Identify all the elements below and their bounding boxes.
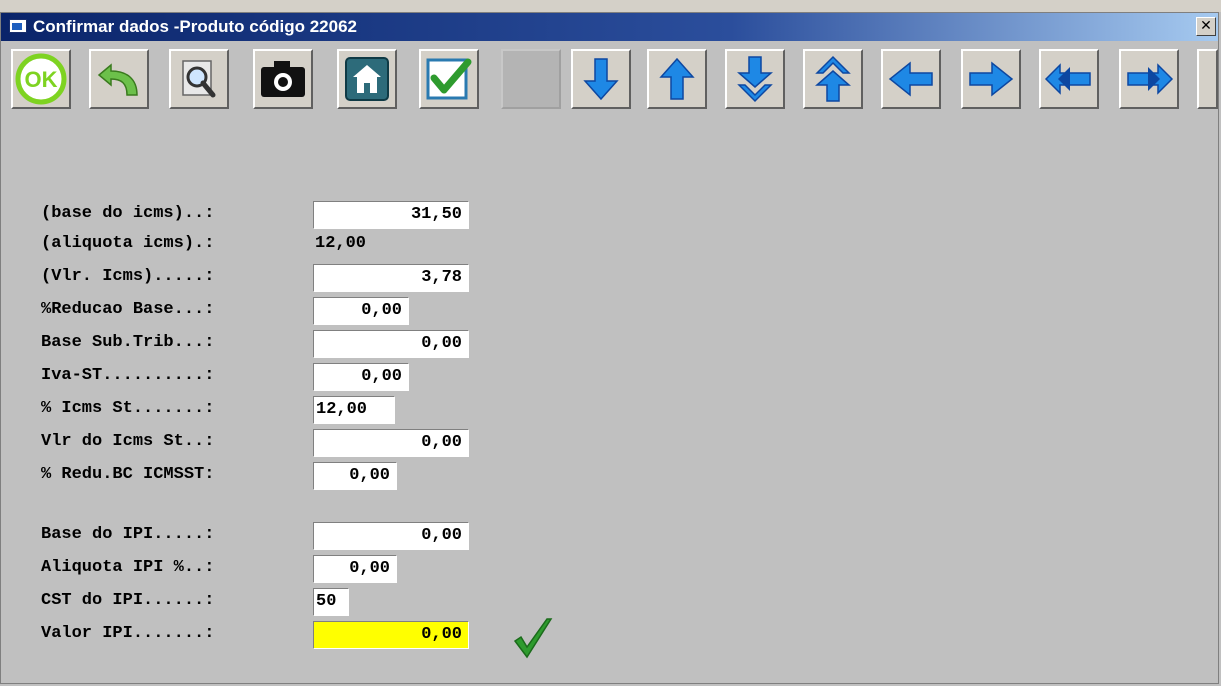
- valor-ipi-field[interactable]: 0,00: [313, 621, 469, 649]
- confirm-check-icon[interactable]: [511, 615, 555, 665]
- cst-ipi-label: CST do IPI......:: [41, 591, 215, 610]
- iva-st-field[interactable]: 0,00: [313, 363, 409, 391]
- undo-arrow-icon: [97, 63, 138, 96]
- arrow-left-button[interactable]: [881, 49, 941, 109]
- window-title: Confirmar dados -Produto código 22062: [33, 17, 357, 36]
- confirm-button[interactable]: [419, 49, 479, 109]
- home-button[interactable]: [337, 49, 397, 109]
- arrow-down-double-button[interactable]: [725, 49, 785, 109]
- camera-icon: [261, 61, 305, 97]
- iva-st-label: Iva-ST..........:: [41, 366, 215, 385]
- toolbar: OK: [1, 43, 1218, 117]
- icms-st-pct-field[interactable]: 12,00: [313, 396, 395, 424]
- arrow-left-double-icon: [1044, 63, 1091, 95]
- close-button[interactable]: ✕: [1196, 17, 1216, 36]
- base-sub-trib-field[interactable]: 0,00: [313, 330, 469, 358]
- base-sub-trib-label: Base Sub.Trib...:: [41, 333, 215, 352]
- cst-ipi-field[interactable]: 50: [313, 588, 349, 616]
- reducao-base-label: %Reducao Base...:: [41, 300, 215, 319]
- undo-button[interactable]: [89, 49, 149, 109]
- dialog-window: Confirmar dados -Produto código 22062 ✕ …: [0, 12, 1219, 684]
- arrow-right-icon: [969, 61, 1014, 97]
- arrow-up-icon: [659, 57, 695, 100]
- vlr-icms-st-field[interactable]: 0,00: [313, 429, 469, 457]
- arrow-up-button[interactable]: [647, 49, 707, 109]
- base-icms-field[interactable]: 31,50: [313, 201, 469, 229]
- aliquota-icms-value: 12,00: [315, 234, 367, 253]
- base-ipi-field[interactable]: 0,00: [313, 522, 469, 550]
- vlr-icms-label: (Vlr. Icms).....:: [41, 267, 215, 286]
- aliquota-ipi-label: Aliquota IPI %..:: [41, 558, 215, 577]
- checkbox-checked-icon: [426, 58, 472, 100]
- icms-st-pct-label: % Icms St.......:: [41, 399, 215, 418]
- reducao-base-field[interactable]: 0,00: [313, 297, 409, 325]
- home-icon: [345, 57, 389, 101]
- vlr-icms-field[interactable]: 3,78: [313, 264, 469, 292]
- svg-text:OK: OK: [25, 67, 58, 92]
- magnifier-icon: [182, 60, 216, 98]
- arrow-down-icon: [583, 58, 619, 101]
- window-app-icon: [9, 19, 27, 33]
- arrow-down-button[interactable]: [571, 49, 631, 109]
- ok-button[interactable]: OK: [11, 49, 71, 109]
- aliquota-ipi-field[interactable]: 0,00: [313, 555, 397, 583]
- arrow-left-double-button[interactable]: [1039, 49, 1099, 109]
- base-icms-label: (base do icms)..:: [41, 204, 215, 223]
- base-ipi-label: Base do IPI.....:: [41, 525, 215, 544]
- blank-button: [501, 49, 561, 109]
- arrow-up-double-button[interactable]: [803, 49, 863, 109]
- camera-button[interactable]: [253, 49, 313, 109]
- arrow-left-icon: [888, 61, 933, 97]
- vlr-icms-st-label: Vlr do Icms St..:: [41, 432, 215, 451]
- top-strip: [0, 0, 1221, 12]
- arrow-right-button[interactable]: [961, 49, 1021, 109]
- search-button[interactable]: [169, 49, 229, 109]
- arrow-right-double-button[interactable]: [1119, 49, 1179, 109]
- more-toolbar-button[interactable]: [1197, 49, 1218, 109]
- redu-bc-icmsst-label: % Redu.BC ICMSST:: [41, 465, 215, 484]
- redu-bc-icmsst-field[interactable]: 0,00: [313, 462, 397, 490]
- ok-icon: OK: [15, 53, 67, 105]
- title-bar[interactable]: Confirmar dados -Produto código 22062: [1, 13, 1218, 41]
- arrow-up-double-icon: [815, 55, 851, 102]
- valor-ipi-label: Valor IPI.......:: [41, 624, 215, 643]
- arrow-right-double-icon: [1127, 63, 1174, 95]
- aliquota-icms-label: (aliquota icms).:: [41, 234, 215, 253]
- arrow-down-double-icon: [737, 56, 773, 103]
